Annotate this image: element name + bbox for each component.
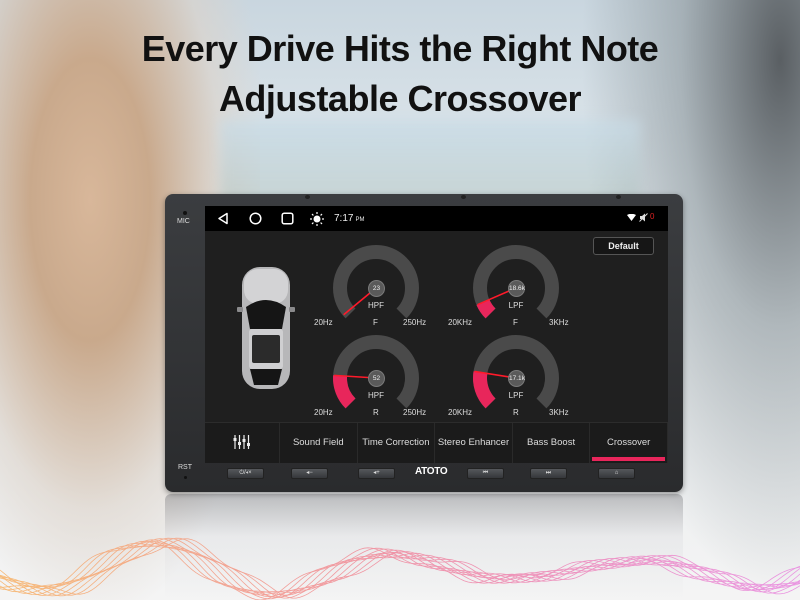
volume-down-button[interactable]: ◂− [291,468,328,479]
muted-speaker-icon [639,213,648,222]
gauge-type: HPF [368,391,384,400]
brightness-icon[interactable] [310,212,324,226]
gauge-front-lpf[interactable]: 18.6k LPF 20KHz F 3KHz [448,241,575,331]
gauge-fill [473,371,496,409]
clock: 7:17 PM [334,213,364,224]
gauge-fill [333,375,356,409]
status-bar: 7:17 PM 0 [205,206,668,231]
bezel-screw [461,195,466,199]
gauge-front-hpf[interactable]: 23 HPF 20Hz F 250Hz [314,241,435,331]
back-icon[interactable] [217,212,229,225]
power-mute-button[interactable]: ⏻/◂× [227,468,264,479]
gauge-max-label: 3KHz [549,408,569,417]
clock-time: 7:17 [334,213,354,224]
tab-bar: Sound Field Time Correction Stereo Enhan… [205,422,668,463]
head-unit: MIC RST 7:17 PM 0 Default 23 HPF 20Hz F … [165,194,683,492]
gauge-min-label: 20KHz [448,408,473,417]
gauge-max-label: 3KHz [549,318,569,327]
gauge-type: LPF [508,391,524,400]
gauge-value: 52 [368,370,385,387]
gauge-rear-lpf[interactable]: 17.1k LPF 20KHz R 3KHz [448,331,575,421]
rst-label: RST [178,464,192,471]
wave-line [0,544,800,598]
gauge-channel: R [513,408,519,417]
mic-label: MIC [177,218,190,225]
gauge-value: 18.6k [508,280,525,297]
gauge-channel: F [373,318,378,327]
gauge-min-label: 20Hz [314,408,333,417]
tab-bass-boost[interactable]: Bass Boost [513,423,591,463]
volume-up-button[interactable]: ◂+ [358,468,395,479]
home-icon[interactable] [249,212,262,225]
sound-wave-decoration [0,537,800,600]
car-top-view-icon [237,267,295,389]
home-button[interactable]: ⌂ [598,468,635,479]
headline-line-2: Adjustable Crossover [218,78,582,119]
gauge-type: LPF [508,301,524,310]
reset-button[interactable] [184,476,187,479]
gauge-value: 23 [368,280,385,297]
tab-equalizer[interactable] [205,423,280,463]
wave-line [0,538,800,599]
previous-track-button[interactable]: ⏮ [467,468,504,479]
gauge-channel: R [373,408,379,417]
bezel-screw [616,195,621,199]
tab-stereo-enhancer[interactable]: Stereo Enhancer [435,423,513,463]
tab-crossover[interactable]: Crossover [590,423,668,463]
wave-line [0,540,800,596]
bezel-screw [305,195,310,199]
gauge-max-label: 250Hz [403,318,427,327]
gauge-max-label: 250Hz [403,408,427,417]
notification-count: 0 [650,212,655,221]
headline-line-1: Every Drive Hits the Right Note [141,28,659,69]
wave-line [0,542,800,596]
tab-time-correction[interactable]: Time Correction [358,423,436,463]
gauge-type: HPF [368,301,384,310]
default-button[interactable]: Default [593,237,654,255]
wifi-icon [627,214,636,221]
clock-ampm: PM [355,217,365,223]
gauge-channel: F [513,318,518,327]
wave-line [0,542,800,600]
brand-logo: ATOTO [415,466,448,477]
recents-icon[interactable] [281,212,294,225]
touchscreen: 7:17 PM 0 Default 23 HPF 20Hz F 250Hz 18… [205,206,668,463]
gauge-min-label: 20Hz [314,318,333,327]
gauge-rear-hpf[interactable]: 52 HPF 20Hz R 250Hz [314,331,435,421]
next-track-button[interactable]: ⏭ [530,468,567,479]
gauge-min-label: 20KHz [448,318,473,327]
tab-sound-field[interactable]: Sound Field [280,423,358,463]
hardware-button-row: ⏻/◂× ◂− ◂+ ATOTO ⏮ ⏭ ⌂ [205,466,668,484]
gauge-fill [476,299,496,319]
equalizer-icon [233,435,250,450]
mic-hole [183,211,187,215]
gauge-value: 17.1k [508,370,525,387]
